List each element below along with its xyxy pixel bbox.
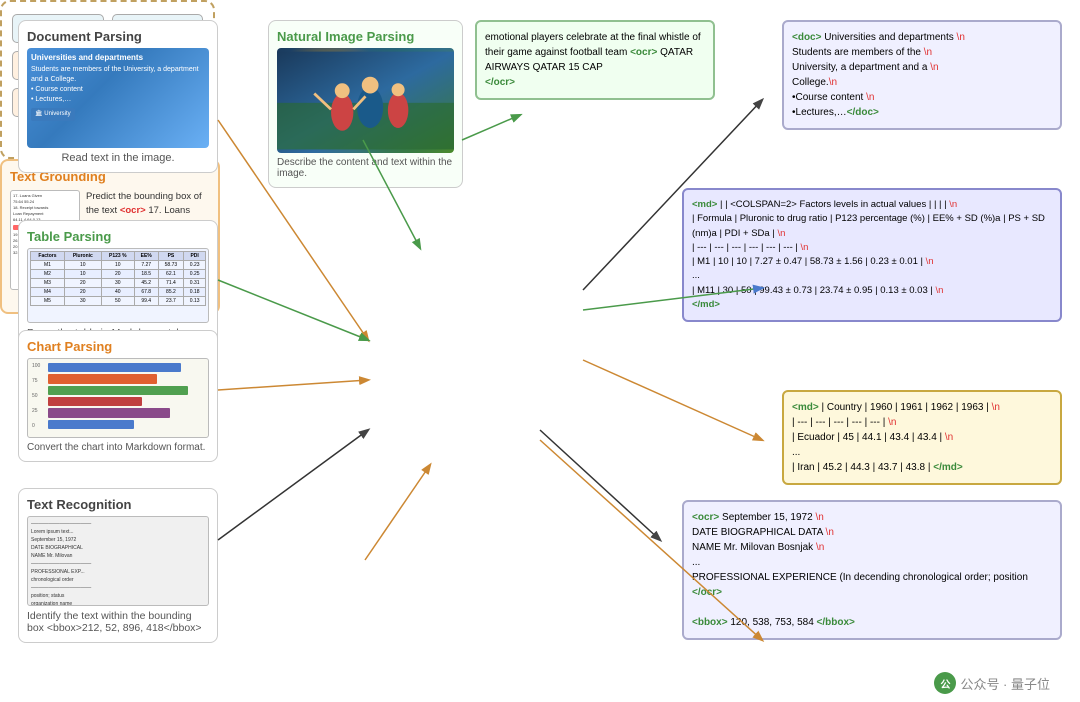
country-newline-1: \n (992, 402, 1000, 413)
natural-image-photo (277, 48, 454, 153)
text-recognition-image: ───────────────── Lorem ipsum text... Se… (27, 516, 209, 606)
text-recognition-lines: ───────────────── Lorem ipsum text... Se… (31, 520, 205, 606)
doc-newline-4: \n (829, 77, 837, 88)
table-newline-3: \n (801, 242, 809, 253)
chart-parsing-label: Convert the chart into Markdown format. (27, 442, 209, 453)
country-md-open: <md> (792, 402, 819, 413)
bbox-close: </bbox> (817, 617, 855, 628)
bio-newline-2: \n (826, 527, 834, 538)
natural-prompt-ocr-tag: <ocr> (630, 47, 657, 58)
bio-ocr-close: </ocr> (692, 587, 722, 598)
table-output-box: <md> | | <COLSPAN=2> Factors levels in a… (682, 188, 1062, 322)
table-parsing-image: FactorsPluronicP123 %EE%PSPDI M110107.27… (27, 248, 209, 323)
doc-tag-close: </doc> (847, 107, 879, 118)
document-parsing-image: Universities and departments Students ar… (27, 48, 209, 148)
ocr-tag-open: <ocr> (120, 205, 146, 216)
chart-parsing-title: Chart Parsing (27, 339, 209, 354)
natural-prompt-box: emotional players celebrate at the final… (475, 20, 715, 100)
chart-parsing-card: Chart Parsing 1007550250 Convert the cha… (18, 330, 218, 462)
natural-image-card: Natural Image Parsing (268, 20, 463, 188)
watermark: 公 公众号 · 量子位 (934, 672, 1050, 694)
country-newline-3: \n (945, 432, 953, 443)
natural-image-title: Natural Image Parsing (277, 29, 454, 44)
doc-output-box: <doc> Universities and departments \n St… (782, 20, 1062, 130)
document-parsing-label: Read text in the image. (27, 152, 209, 164)
doc-newline-2: \n (924, 47, 932, 58)
doc-newline-5: \n (866, 92, 874, 103)
document-parsing-card: Document Parsing Universities and depart… (18, 20, 218, 173)
table-newline-4: \n (926, 256, 934, 267)
table-newline-2: \n (777, 228, 785, 239)
watermark-logo: 公 (934, 672, 956, 694)
natural-prompt-ocr-close: </ocr> (485, 77, 515, 88)
md-tag-close: </md> (692, 299, 720, 310)
bio-newline-3: \n (816, 542, 824, 553)
document-parsing-title: Document Parsing (27, 29, 209, 44)
table-parsing-card: Table Parsing FactorsPluronicP123 %EE%PS… (18, 220, 218, 348)
doc-newline-1: \n (957, 32, 965, 43)
md-tag-open: <md> (692, 199, 717, 210)
text-recognition-title: Text Recognition (27, 497, 209, 512)
table-newline-5: \n (935, 285, 943, 296)
doc-newline-3: \n (930, 62, 938, 73)
natural-image-label: Describe the content and text within the… (277, 157, 454, 179)
chart-with-label: Convert the chart into Markdown format. (27, 442, 209, 453)
bbox-output: <bbox> (692, 617, 728, 628)
bio-ocr-open: <ocr> (692, 512, 719, 523)
chart-parsing-image: 1007550250 (27, 358, 209, 438)
doc-tag-open: <doc> (792, 32, 821, 43)
text-recognition-card: Text Recognition ───────────────── Lorem… (18, 488, 218, 643)
country-newline-2: \n (888, 417, 896, 428)
table-parsing-title: Table Parsing (27, 229, 209, 244)
chart-y-axis: 1007550250 (32, 363, 44, 429)
table-newline-1: \n (949, 199, 957, 210)
diagram-container: Document Parsing Universities and depart… (0, 0, 1080, 702)
bio-newline-1: \n (815, 512, 823, 523)
text-recognition-label: Identify the text within the bounding bo… (27, 610, 209, 634)
watermark-text: 公众号 · 量子位 (960, 674, 1050, 693)
country-md-close: </md> (933, 462, 962, 473)
bio-output-box: <ocr> September 15, 1972 \n DATE BIOGRAP… (682, 500, 1062, 640)
country-output-box: <md> | Country | 1960 | 1961 | 1962 | 19… (782, 390, 1062, 485)
